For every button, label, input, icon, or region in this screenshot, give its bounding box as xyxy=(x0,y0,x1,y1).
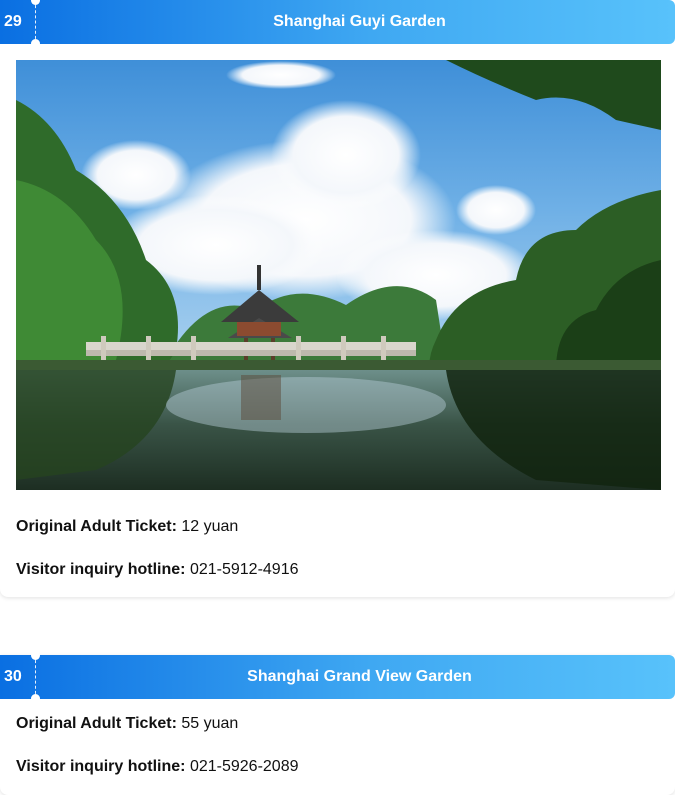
card-header: 29 Shanghai Guyi Garden xyxy=(0,0,675,48)
ticket-info: Original Adult Ticket: 12 yuan xyxy=(16,517,238,537)
attraction-card: 29 Shanghai Guyi Garden Original Adult T… xyxy=(0,0,675,597)
hotline-label: Visitor inquiry hotline: xyxy=(16,758,186,775)
ticket-label: Original Adult Ticket: xyxy=(16,518,177,535)
header-dot xyxy=(31,0,40,5)
header-dot xyxy=(31,694,40,703)
ticket-info: Original Adult Ticket: 55 yuan xyxy=(16,714,238,734)
ticket-price: 55 yuan xyxy=(181,715,239,732)
hotline-info: Visitor inquiry hotline: 021-5912-4916 xyxy=(16,560,299,580)
card-title: Shanghai Grand View Garden xyxy=(247,668,472,685)
header-divider xyxy=(35,655,36,699)
card-header: 30 Shanghai Grand View Garden xyxy=(0,651,675,703)
card-title: Shanghai Guyi Garden xyxy=(273,13,446,30)
ticket-price: 12 yuan xyxy=(181,518,239,535)
header-dot xyxy=(31,651,40,660)
card-number: 30 xyxy=(4,668,22,685)
attraction-card: 30 Shanghai Grand View Garden Original A… xyxy=(0,651,675,795)
hotline-number[interactable]: 021-5926-2089 xyxy=(190,758,299,775)
hotline-label: Visitor inquiry hotline: xyxy=(16,561,186,578)
hotline-number[interactable]: 021-5912-4916 xyxy=(190,561,299,578)
garden-photo xyxy=(16,60,661,490)
ticket-label: Original Adult Ticket: xyxy=(16,715,177,732)
header-dot xyxy=(31,39,40,48)
card-number: 29 xyxy=(4,13,22,30)
hotline-info: Visitor inquiry hotline: 021-5926-2089 xyxy=(16,757,299,777)
header-divider xyxy=(35,0,36,44)
